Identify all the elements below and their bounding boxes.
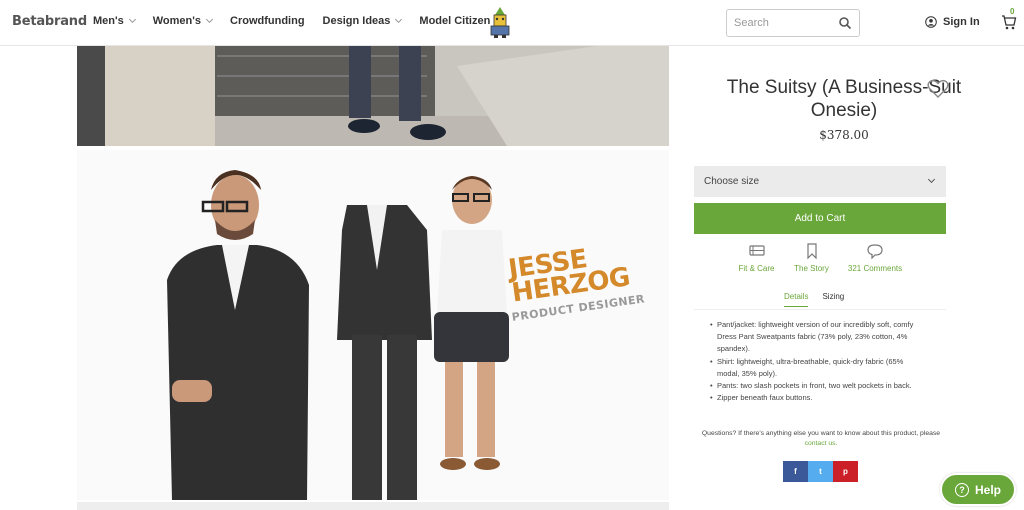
nav-crowdfunding-label: Crowdfunding — [230, 15, 305, 27]
nav-design-ideas[interactable]: Design Ideas — [322, 15, 403, 27]
fit-care-label: Fit & Care — [738, 264, 775, 273]
nav-mens-label: Men's — [93, 15, 124, 27]
help-button[interactable]: ? Help — [940, 473, 1016, 506]
nav-womens-label: Women's — [152, 15, 201, 27]
product-panel: The Suitsy (A Business-Suit Onesie) $378… — [669, 46, 1024, 508]
product-photo-next[interactable] — [77, 502, 669, 510]
contact-us-link[interactable]: contact us. — [805, 440, 838, 447]
help-label: Help — [974, 482, 1001, 497]
question-icon: ? — [954, 482, 969, 497]
details-list: Pant/jacket: lightweight version of our … — [710, 319, 927, 405]
main-nav: Men's Women's Crowdfunding Design Ideas … — [93, 15, 508, 27]
chevron-down-icon — [128, 15, 136, 24]
product-title: The Suitsy (A Business-Suit Onesie) — [726, 77, 962, 121]
the-story-label: The Story — [794, 264, 829, 273]
list-item: Shirt: lightweight, ultra-breathable, qu… — [710, 356, 927, 380]
search-icon[interactable] — [838, 16, 852, 30]
fit-care-link[interactable]: Fit & Care — [729, 243, 784, 273]
add-to-cart-button[interactable]: Add to Cart — [694, 203, 946, 234]
comment-icon — [867, 244, 883, 259]
heart-icon[interactable] — [927, 79, 949, 99]
tab-details[interactable]: Details — [784, 292, 809, 307]
bookmark-icon — [806, 243, 817, 259]
iron-icon — [748, 245, 765, 256]
betabrand-logo[interactable]: Betabrand — [12, 14, 87, 29]
nav-womens[interactable]: Women's — [152, 15, 214, 27]
list-item: Zipper beneath faux buttons. — [710, 392, 927, 404]
nav-crowdfunding[interactable]: Crowdfunding — [230, 15, 305, 27]
chevron-down-icon — [927, 175, 936, 184]
feature-links: Fit & Care The Story 321 Comments — [729, 243, 911, 273]
questions-text: Questions? If there's anything else you … — [701, 430, 941, 437]
list-item: Pant/jacket: lightweight version of our … — [710, 319, 927, 356]
chevron-down-icon — [395, 15, 403, 24]
pinterest-share-button[interactable]: p — [833, 461, 858, 482]
sign-in-label: Sign In — [943, 16, 980, 28]
product-gallery: JESSE HERZOG PRODUCT DESIGNER — [77, 46, 669, 510]
nav-model-citizen-label: Model Citizen — [419, 15, 491, 27]
tab-divider — [694, 309, 946, 310]
sign-in-link[interactable]: Sign In — [925, 16, 980, 28]
legs-photo-illustration — [77, 46, 669, 146]
size-select-label: Choose size — [704, 176, 760, 187]
user-icon — [925, 16, 937, 28]
facebook-share-button[interactable]: f — [783, 461, 808, 482]
questions-note: Questions? If there's anything else you … — [691, 429, 951, 449]
cart-icon[interactable] — [1001, 13, 1017, 31]
share-buttons: f t p — [783, 461, 858, 482]
detail-tabs: Details Sizing — [784, 292, 844, 307]
list-item: Pants: two slash pockets in front, two w… — [710, 380, 927, 392]
product-photo-designer[interactable]: JESSE HERZOG PRODUCT DESIGNER — [77, 150, 669, 500]
tab-sizing[interactable]: Sizing — [822, 292, 844, 307]
cart-count-badge: 0 — [1010, 7, 1015, 16]
designer-photo-illustration — [77, 150, 669, 500]
product-photo-legs[interactable] — [77, 46, 669, 146]
nav-mens[interactable]: Men's — [93, 15, 136, 27]
comments-link[interactable]: 321 Comments — [839, 243, 911, 273]
product-price: $378.00 — [819, 128, 869, 142]
chevron-down-icon — [205, 15, 214, 24]
size-select[interactable]: Choose size — [694, 166, 946, 197]
nav-design-ideas-label: Design Ideas — [322, 15, 391, 27]
site-header: Betabrand Men's Women's Crowdfunding Des… — [0, 0, 1024, 46]
the-story-link[interactable]: The Story — [784, 243, 839, 273]
search-box — [726, 9, 860, 37]
twitter-share-button[interactable]: t — [808, 461, 833, 482]
mascot-icon[interactable] — [486, 6, 514, 38]
nav-model-citizen[interactable]: Model Citizen — [419, 15, 490, 27]
comments-label: 321 Comments — [847, 264, 903, 273]
search-input[interactable] — [734, 10, 834, 36]
